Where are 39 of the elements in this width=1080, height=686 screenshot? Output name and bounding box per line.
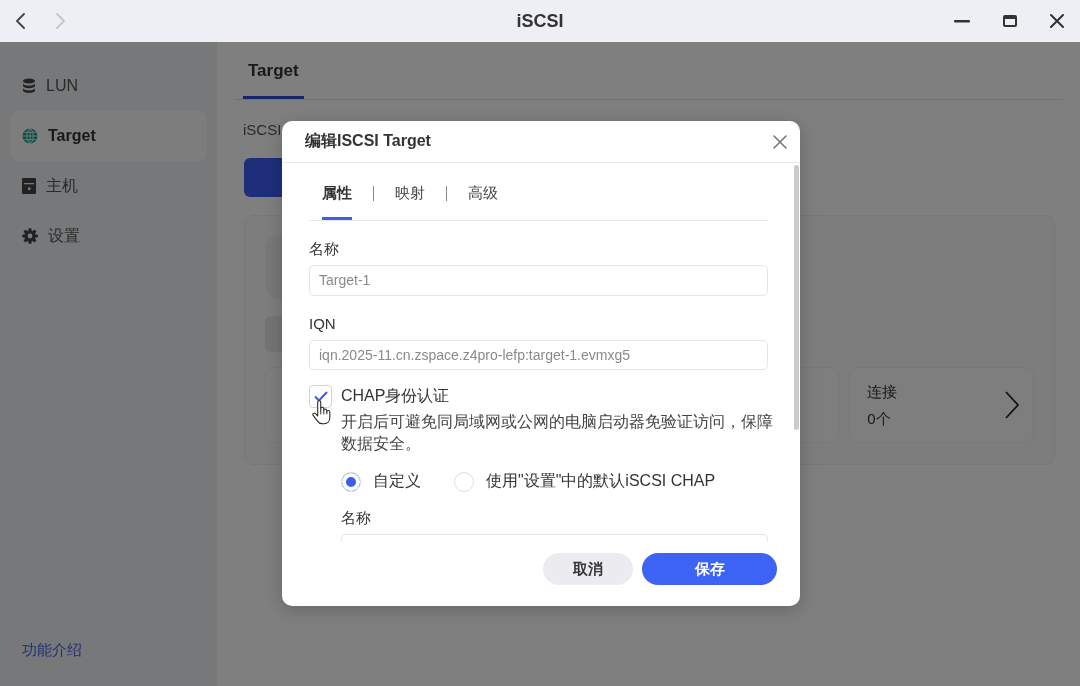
dialog-title: 编辑ISCSI Target — [305, 131, 431, 151]
scrollbar-thumb[interactable] — [794, 165, 799, 430]
cancel-button[interactable]: 取消 — [543, 553, 633, 585]
window-title: iSCSI — [516, 10, 564, 32]
field-label: 名称 — [309, 239, 339, 259]
minimize-icon[interactable] — [954, 19, 970, 23]
save-button[interactable]: 保存 — [642, 553, 777, 585]
radio-button[interactable] — [341, 471, 361, 492]
checkbox[interactable] — [309, 385, 332, 408]
sidebar-item[interactable]: 设置 — [10, 211, 207, 261]
radio-button[interactable] — [454, 471, 474, 492]
radio-label[interactable]: 自定义 — [373, 471, 421, 492]
maximize-icon[interactable] — [1003, 15, 1017, 27]
sidebar-item[interactable]: 主机 — [10, 161, 207, 211]
tab[interactable]: 属性 — [322, 163, 352, 220]
stat-card[interactable]: 连接 0个 — [849, 367, 1034, 443]
stat-label: 连接 — [867, 381, 898, 402]
field-label: IQN — [309, 313, 336, 334]
text-field[interactable] — [341, 534, 768, 541]
sidebar-item[interactable]: Target — [10, 111, 207, 161]
tab[interactable]: Target — [243, 42, 304, 99]
globe-icon — [22, 128, 38, 144]
intro-text: iSCSI — [243, 120, 282, 140]
radio-label[interactable]: 使用"设置"中的默认iSCSI CHAP — [486, 471, 716, 492]
chevron-left-icon[interactable] — [16, 13, 25, 29]
database-icon — [22, 78, 36, 94]
tab[interactable]: 高级 — [468, 163, 498, 220]
close-icon[interactable] — [1050, 14, 1064, 28]
checkbox-label[interactable]: CHAP身份认证 — [341, 386, 450, 407]
hand-cursor-icon — [312, 400, 331, 425]
tab[interactable]: 映射 — [395, 163, 425, 220]
settings-icon — [22, 228, 38, 244]
sidebar-item[interactable]: LUN — [10, 61, 207, 111]
stat-value: 0个 — [867, 408, 892, 429]
server-icon — [22, 178, 36, 194]
field-label: 名称 — [341, 508, 371, 528]
chevron-right-icon[interactable] — [1005, 391, 1019, 419]
description-text: 开启后可避免同局域网或公网的电脑启动器免验证访问，保障数据安全。 — [341, 412, 774, 454]
feature-intro-link[interactable]: 功能介绍 — [22, 641, 82, 660]
